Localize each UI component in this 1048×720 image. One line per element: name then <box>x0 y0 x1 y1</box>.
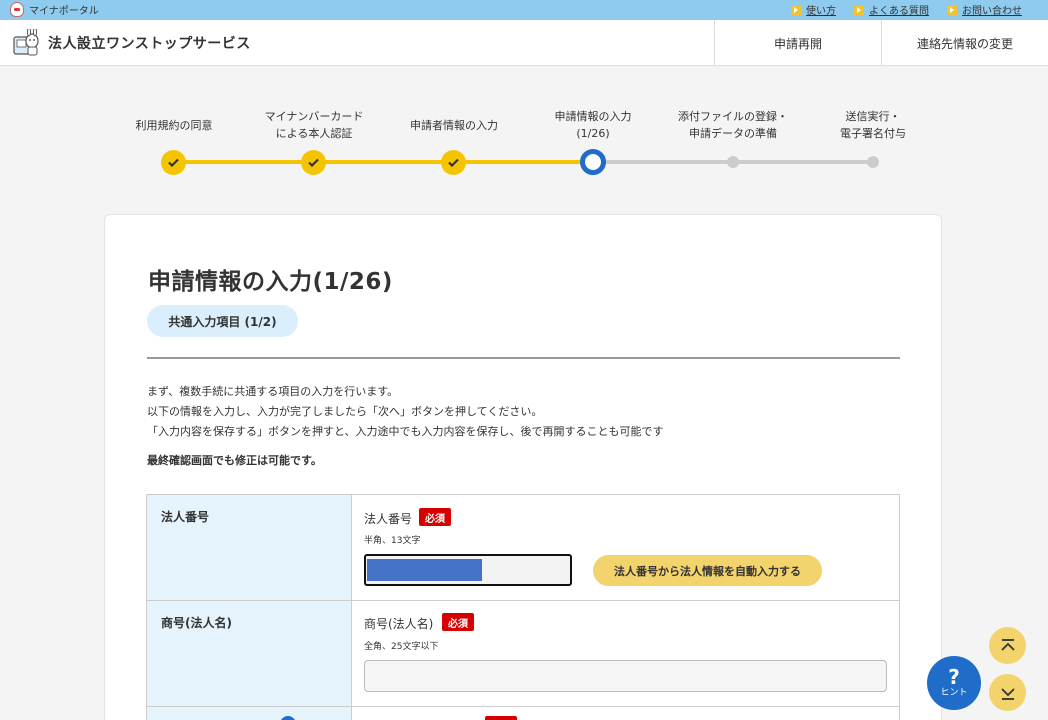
step-3-label: 申請者情報の入力 <box>410 119 498 132</box>
arrow-square-icon <box>854 4 864 15</box>
scroll-top-icon <box>1000 638 1015 651</box>
site-logo[interactable]: 法人設立ワンストップサービス <box>12 29 251 57</box>
step-2-check-icon <box>301 150 326 175</box>
top-link-usage-label: 使い方 <box>806 6 836 17</box>
required-badge: 必須 <box>419 508 451 526</box>
scroll-top-button[interactable] <box>989 627 1026 664</box>
section-divider <box>147 357 900 359</box>
hint-button[interactable]: ? ヒント <box>927 656 981 710</box>
intro-text-bold: 最終確認画面でも修正は可能です。 <box>147 454 322 467</box>
site-title: 法人設立ワンストップサービス <box>48 36 251 52</box>
intro-text-2: 以下の情報を入力し、入力が完了しましたら「次へ」ボタンを押してください。 <box>147 405 543 418</box>
arrow-square-icon <box>947 4 957 15</box>
row-label-cell: 商号(法人名) <box>147 601 352 706</box>
top-links: 使い方 よくある質問 お問い合わせ <box>791 2 1022 17</box>
scroll-bottom-button[interactable] <box>989 674 1026 711</box>
arrow-square-icon <box>791 4 801 15</box>
top-link-faq-label: よくある質問 <box>869 6 929 17</box>
corporate-number-redacted-value <box>367 559 482 581</box>
top-link-usage[interactable]: 使い方 <box>791 2 836 17</box>
corporate-number-field-label: 法人番号 <box>364 512 413 526</box>
hint-label: ヒント <box>940 688 968 698</box>
corporate-number-hint: 半角、13文字 <box>364 536 421 546</box>
top-link-faq[interactable]: よくある質問 <box>854 2 929 17</box>
portal-label: マイナポータル <box>29 6 99 17</box>
mynaportal-mascot-icon <box>10 2 24 17</box>
stepper-line-done <box>173 160 593 164</box>
intro-text-1: まず、複数手続に共通する項目の入力を行います。 <box>147 385 399 398</box>
step-1-check-icon <box>161 150 186 175</box>
step-6-dot-icon <box>867 156 879 168</box>
step-5-dot-icon <box>727 156 739 168</box>
step-5-label: 添付ファイルの登録・ 申請データの準備 <box>678 110 788 140</box>
row-label-cell: 法人番号 <box>147 495 352 600</box>
question-mark-icon: ? <box>948 665 960 689</box>
trade-name-input[interactable] <box>364 660 887 692</box>
trade-name-field-label: 商号(法人名) <box>364 617 434 631</box>
row-label-cell <box>147 707 352 720</box>
page-title: 申請情報の入力(1/26) <box>148 269 393 295</box>
autofill-from-corporate-number-button[interactable]: 法人番号から法人情報を自動入力する <box>593 555 822 586</box>
step-4-current-icon <box>580 149 606 175</box>
corporate-number-input[interactable] <box>364 554 572 586</box>
section-pill: 共通入力項目 (1/2) <box>147 305 298 337</box>
scroll-bottom-icon <box>1000 687 1015 700</box>
header-nav: 申請再開 連絡先情報の変更 <box>714 20 1048 66</box>
required-badge-partial <box>485 716 517 720</box>
row-label: 商号(法人名) <box>161 616 232 630</box>
form-row-next <box>146 706 900 720</box>
top-link-contact[interactable]: お問い合わせ <box>947 2 1022 17</box>
mynaportal-link[interactable]: マイナポータル <box>10 2 99 17</box>
site-header: 法人設立ワンストップサービス 申請再開 連絡先情報の変更 <box>0 20 1048 66</box>
step-6-label: 送信実行・ 電子署名付与 <box>840 110 906 140</box>
intro-text-3: 「入力内容を保存する」ボタンを押すと、入力途中でも入力内容を保存し、後で再開する… <box>147 425 664 438</box>
step-4-label: 申請情報の入力 (1/26) <box>554 110 632 140</box>
step-2-label: マイナンバーカード による本人認証 <box>264 110 364 140</box>
row-label: 法人番号 <box>161 510 210 524</box>
resume-application-link[interactable]: 申請再開 <box>714 20 881 66</box>
step-1-label: 利用規約の同意 <box>135 119 213 132</box>
mascot-logo-icon <box>13 29 39 56</box>
change-contact-info-link[interactable]: 連絡先情報の変更 <box>881 20 1048 66</box>
required-badge: 必須 <box>442 613 474 631</box>
top-link-contact-label: お問い合わせ <box>962 6 1022 17</box>
trade-name-hint: 全角、25文字以下 <box>364 642 439 652</box>
step-3-check-icon <box>441 150 466 175</box>
